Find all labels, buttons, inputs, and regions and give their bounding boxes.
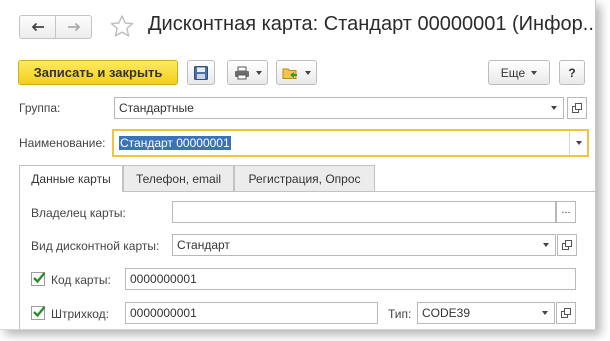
card-type-field[interactable]: Стандарт bbox=[172, 234, 556, 256]
group-open-button[interactable] bbox=[567, 97, 587, 119]
checkmark-icon bbox=[33, 272, 46, 284]
open-window-icon bbox=[561, 239, 572, 250]
owner-select-label: ... bbox=[561, 204, 571, 216]
barcode-checkbox[interactable] bbox=[31, 306, 46, 320]
code-input[interactable]: 0000000001 bbox=[125, 268, 576, 290]
form-window: Дисконтная карта: Стандарт 00000001 (Инф… bbox=[0, 0, 596, 330]
save-button[interactable] bbox=[187, 60, 215, 85]
barcode-type-field[interactable]: CODE39 bbox=[417, 302, 555, 324]
more-button[interactable]: Еще bbox=[488, 60, 550, 85]
group-field[interactable]: Стандартные bbox=[114, 97, 564, 119]
name-label: Наименование: bbox=[19, 136, 106, 150]
navigation-buttons bbox=[19, 15, 92, 39]
card-type-label: Вид дисконтной карты: bbox=[31, 239, 160, 253]
open-window-icon bbox=[560, 307, 571, 318]
window-title: Дисконтная карта: Стандарт 00000001 (Инф… bbox=[148, 13, 596, 35]
tab-card-data[interactable]: Данные карты bbox=[19, 165, 123, 192]
owner-input[interactable] bbox=[172, 201, 556, 223]
code-checkbox[interactable] bbox=[31, 272, 46, 286]
barcode-type-label: Тип: bbox=[388, 307, 412, 321]
name-value-wrapper: Стандарт 00000001 bbox=[114, 136, 569, 150]
barcode-type-open-button[interactable] bbox=[556, 302, 576, 324]
group-value: Стандартные bbox=[119, 101, 194, 115]
help-label: ? bbox=[568, 65, 576, 80]
barcode-type-value: CODE39 bbox=[422, 306, 471, 320]
more-label: Еще bbox=[500, 65, 526, 80]
code-label: Код карты: bbox=[51, 273, 111, 287]
group-dropdown-button[interactable] bbox=[545, 98, 563, 118]
help-button[interactable]: ? bbox=[559, 60, 585, 85]
group-label: Группа: bbox=[19, 101, 61, 115]
card-type-dropdown-button[interactable] bbox=[537, 235, 555, 255]
barcode-type-dropdown-button[interactable] bbox=[536, 303, 554, 323]
back-button[interactable] bbox=[20, 16, 55, 38]
chevron-down-icon bbox=[543, 243, 549, 247]
tab-registration-survey-label: Регистрация, Опрос bbox=[248, 171, 361, 186]
tab-phone-email[interactable]: Телефон, email bbox=[123, 165, 234, 191]
chevron-down-icon bbox=[305, 70, 311, 75]
arrow-right-icon bbox=[67, 22, 80, 32]
chevron-down-icon bbox=[542, 311, 548, 315]
name-dropdown-button[interactable] bbox=[569, 131, 587, 155]
barcode-input[interactable]: 0000000001 bbox=[125, 302, 378, 324]
checkmark-icon bbox=[33, 306, 46, 318]
printer-icon bbox=[234, 66, 249, 79]
barcode-value: 0000000001 bbox=[130, 306, 197, 320]
owner-label: Владелец карты: bbox=[31, 206, 126, 220]
card-type-value: Стандарт bbox=[177, 238, 230, 252]
chevron-down-icon bbox=[575, 141, 582, 145]
create-based-on-button[interactable] bbox=[276, 60, 317, 85]
tab-card-data-label: Данные карты bbox=[31, 172, 111, 186]
tab-phone-email-label: Телефон, email bbox=[135, 171, 222, 186]
open-window-icon bbox=[571, 102, 582, 113]
card-type-open-button[interactable] bbox=[557, 234, 577, 256]
chevron-down-icon bbox=[255, 70, 262, 75]
forward-button[interactable] bbox=[55, 16, 91, 38]
chevron-down-icon bbox=[531, 70, 538, 75]
owner-select-button[interactable]: ... bbox=[556, 201, 576, 223]
chevron-down-icon bbox=[551, 106, 557, 110]
arrow-left-icon bbox=[31, 22, 44, 32]
barcode-label: Штрихкод: bbox=[51, 307, 110, 321]
name-input[interactable]: Стандарт 00000001 bbox=[112, 129, 589, 157]
save-and-close-label: Записать и закрыть bbox=[33, 65, 163, 80]
favorite-star-icon[interactable] bbox=[108, 13, 136, 41]
print-button[interactable] bbox=[227, 60, 268, 85]
folder-arrow-icon bbox=[282, 68, 297, 79]
name-value: Стандарт 00000001 bbox=[119, 136, 231, 150]
floppy-disk-icon bbox=[194, 65, 208, 80]
code-value: 0000000001 bbox=[130, 272, 197, 286]
save-and-close-button[interactable]: Записать и закрыть bbox=[18, 60, 178, 85]
tab-registration-survey[interactable]: Регистрация, Опрос bbox=[234, 165, 375, 191]
